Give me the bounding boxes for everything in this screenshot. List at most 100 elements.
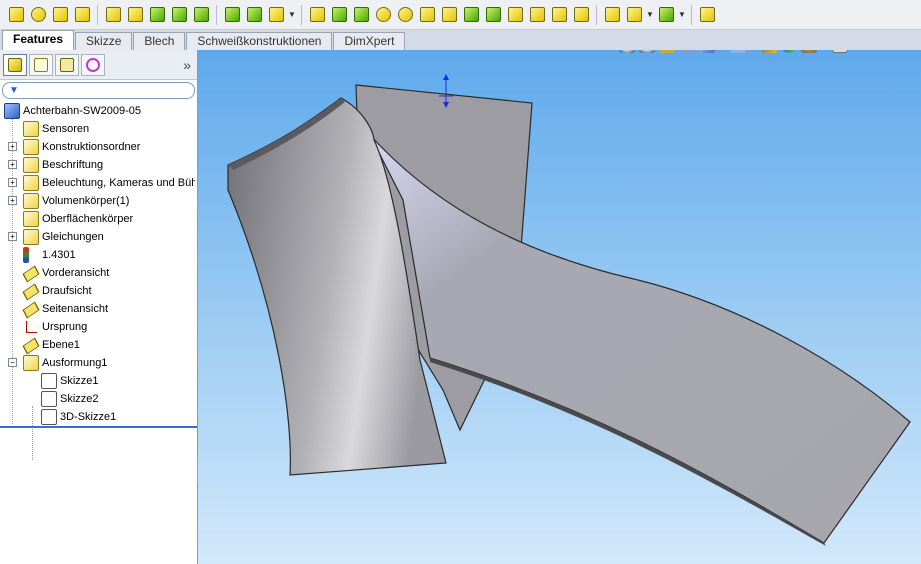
tree-item-skizze1[interactable]: Skizze1 [41,372,99,390]
delete-body-icon[interactable] [505,5,525,25]
feature-manager-tabs: » [0,50,197,80]
feature-tree: Achterbahn-SW2009-05 Sensoren + Konstruk… [0,100,197,460]
collapse-toggle[interactable]: − [8,358,17,367]
tab-blech[interactable]: Blech [133,32,186,50]
freeform-icon[interactable] [351,5,371,25]
tree-item-label: Beschriftung [42,159,104,171]
origin-icon [23,319,39,335]
toolbar-separator [691,4,692,25]
toolbar-separator [97,4,98,25]
dome-icon[interactable] [307,5,327,25]
section-view-icon[interactable] [527,5,547,25]
tree-item-sensoren[interactable]: Sensoren [23,120,89,138]
shell-icon[interactable] [244,5,264,25]
indent-icon[interactable] [395,5,415,25]
tree-item-ursprung[interactable]: Ursprung [23,318,87,336]
plane-icon [23,301,39,317]
tree-item-ebene1[interactable]: Ebene1 [23,336,80,354]
expand-toggle[interactable]: + [8,232,17,241]
extrude-icon[interactable] [6,5,26,25]
expand-toggle[interactable]: + [8,142,17,151]
tree-item-label: Achterbahn-SW2009-05 [23,105,142,117]
feature-tree-filter[interactable]: ▼ [2,82,195,99]
tree-item-gleichungen[interactable]: Gleichungen [23,228,104,246]
tree-item-seitenansicht[interactable]: Seitenansicht [23,300,108,318]
material-icon [23,247,29,263]
expand-panel-icon[interactable]: » [183,57,191,73]
tree-item-3d-skizze1[interactable]: 3D-Skizze1 [41,408,116,426]
rib-icon[interactable] [191,5,211,25]
split-icon[interactable] [461,5,481,25]
tree-item-label: Draufsicht [42,285,92,297]
tab-dimxpert[interactable]: DimXpert [333,32,406,50]
plane-icon [23,265,39,281]
tree-item-beschriftung[interactable]: Beschriftung [23,156,103,174]
loft-icon[interactable] [72,5,92,25]
annotations-icon [23,157,39,173]
expand-toggle[interactable]: + [8,160,17,169]
pattern-dropdown-icon[interactable]: ▼ [288,10,296,19]
plane-icon [23,337,39,353]
configuration-manager-tab[interactable] [55,53,79,76]
command-manager-tabs: Features Skizze Blech Schweißkonstruktio… [0,30,921,50]
intersect-icon[interactable] [417,5,437,25]
tree-item-konstruktionsordner[interactable]: Konstruktionsordner [23,138,140,156]
tree-item-label: Beleuchtung, Kameras und Bühne [42,177,195,189]
model-view[interactable] [198,50,921,564]
chamfer-icon[interactable] [169,5,189,25]
curve-dropdown-icon[interactable]: ▼ [678,10,686,19]
tree-item-label: Ebene1 [42,339,80,351]
tree-item-ausformung1[interactable]: Ausformung1 [23,354,107,372]
curve-icon[interactable] [656,5,676,25]
pattern-icon[interactable] [266,5,286,25]
cut-icon[interactable] [125,5,145,25]
surface-bodies-icon [23,211,39,227]
tree-guide-line [32,406,33,460]
tree-item-skizze2[interactable]: Skizze2 [41,390,99,408]
tree-item-label: Gleichungen [42,231,104,243]
expand-toggle[interactable]: + [8,178,17,187]
tab-skizze[interactable]: Skizze [75,32,133,50]
move-body-icon[interactable] [483,5,503,25]
deform-icon[interactable] [373,5,393,25]
combine-icon[interactable] [439,5,459,25]
boundary-icon[interactable] [103,5,123,25]
tree-item-volumenkoerper[interactable]: Volumenkörper(1) [23,192,129,210]
command-toolbar: ▼ ▼ ▼ [0,0,921,30]
tree-root-part[interactable]: Achterbahn-SW2009-05 [4,102,141,120]
tree-item-label: Konstruktionsordner [42,141,141,153]
sketch-tools-icon[interactable] [624,5,644,25]
tree-item-material[interactable]: 1.4301 [23,246,76,264]
dimxpert-manager-tab[interactable] [81,53,105,76]
revolve-icon[interactable] [28,5,48,25]
flex-icon[interactable] [329,5,349,25]
fillet-icon[interactable] [147,5,167,25]
tab-schweisskonstruktionen[interactable]: Schweißkonstruktionen [186,32,333,50]
curves-icon[interactable] [571,5,591,25]
tree-item-label: Seitenansicht [42,303,109,315]
tree-item-draufsicht[interactable]: Draufsicht [23,282,92,300]
sketch-icon [41,391,57,407]
part-icon [4,103,20,119]
plane-icon [23,283,39,299]
sketch-icon [41,373,57,389]
toolbar-separator [596,4,597,25]
feature-manager-panel: » ▼ Achterbahn-SW2009-05 Sensoren + Kons… [0,50,198,564]
tree-item-oberflaechenkoerper[interactable]: Oberflächenkörper [23,210,133,228]
sketch-tools-dropdown-icon[interactable]: ▼ [646,10,654,19]
instant3d-icon[interactable] [602,5,622,25]
sweep-icon[interactable] [50,5,70,25]
lights-icon [23,175,39,191]
measure-icon[interactable] [697,5,717,25]
tree-item-label: 1.4301 [42,249,76,261]
feature-manager-tab[interactable] [3,53,27,76]
tree-item-beleuchtung[interactable]: Beleuchtung, Kameras und Bühne [23,174,195,192]
expand-toggle[interactable]: + [8,196,17,205]
tree-item-vorderansicht[interactable]: Vorderansicht [23,264,109,282]
draft-icon[interactable] [222,5,242,25]
reference-geometry-icon[interactable] [549,5,569,25]
property-manager-tab[interactable] [29,53,53,76]
tab-features[interactable]: Features [2,30,75,50]
feature-manager-split-bar[interactable] [0,426,197,428]
graphics-area[interactable]: ▼ ▼ ▼ ▼ [198,50,921,564]
